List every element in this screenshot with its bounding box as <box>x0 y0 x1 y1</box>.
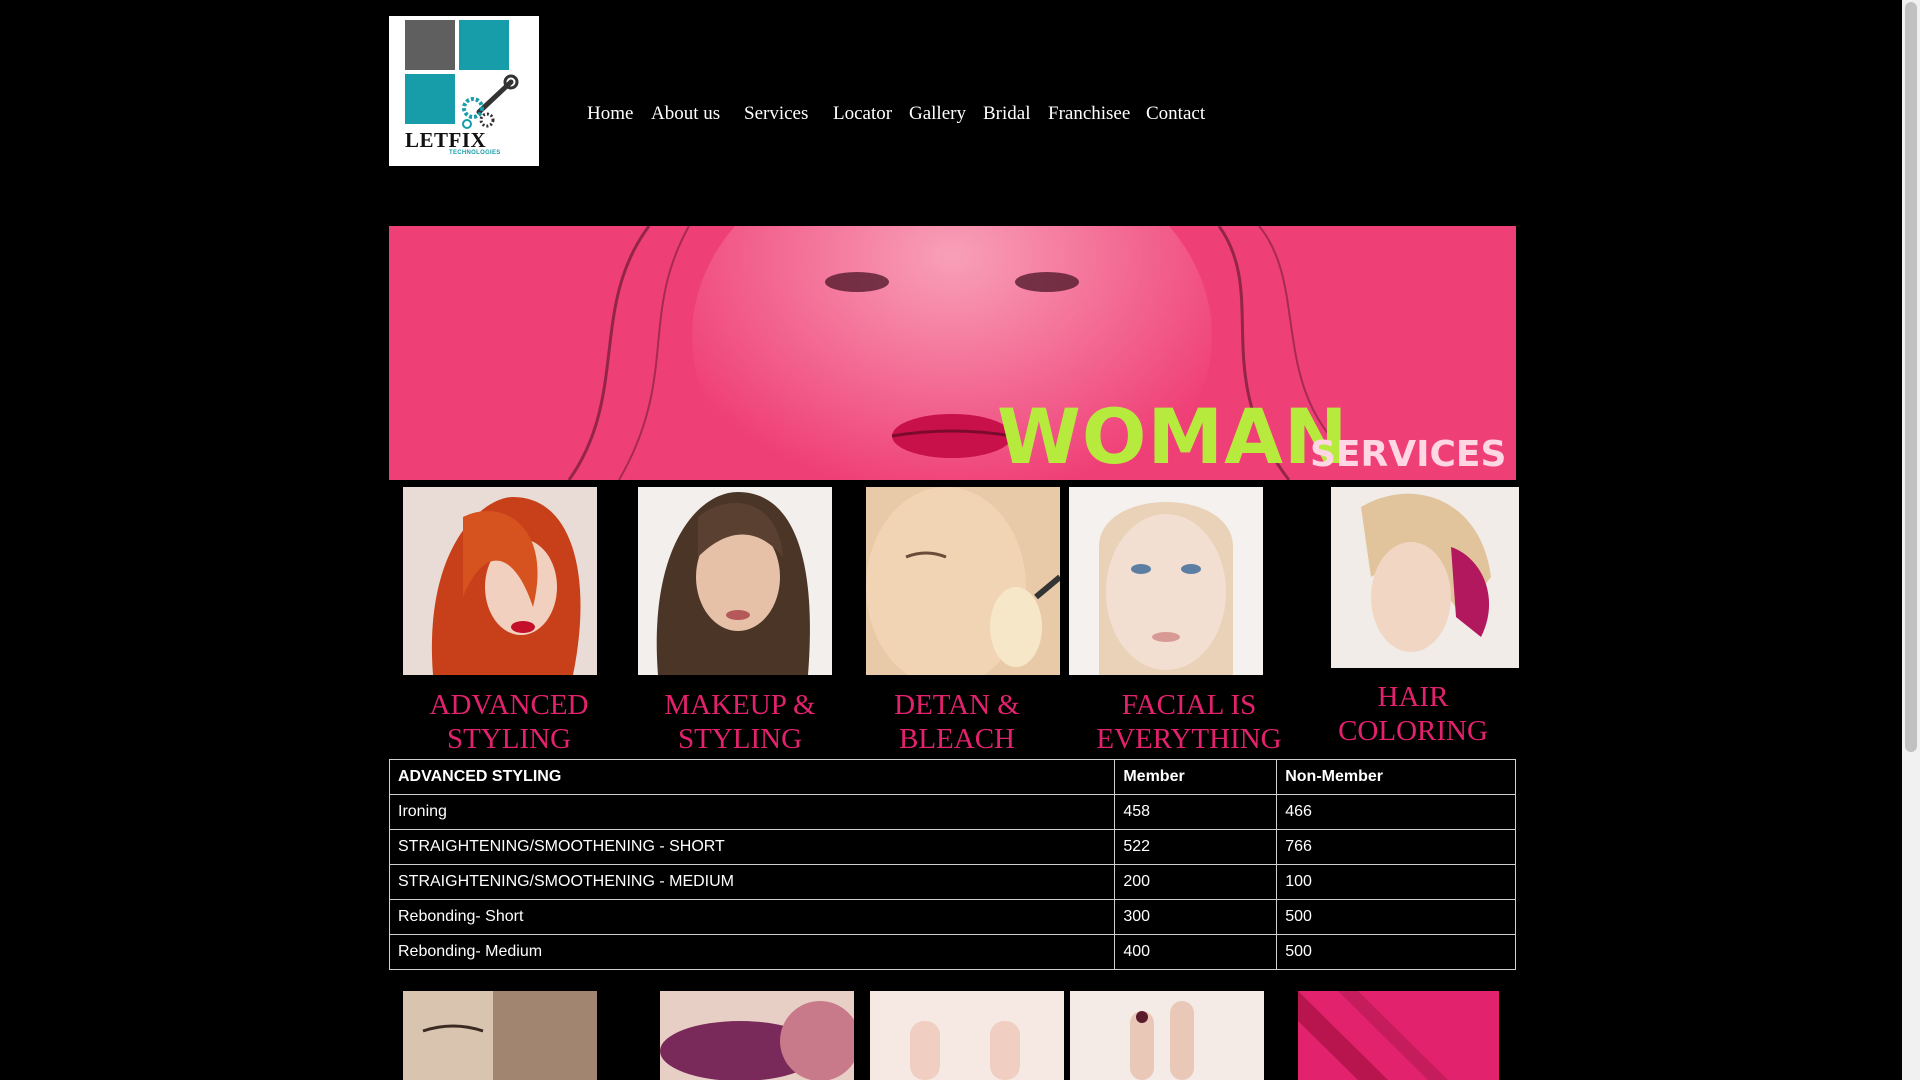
service-label-line: HAIR <box>1377 681 1449 713</box>
service-label-line: MAKEUP & <box>664 689 816 721</box>
nav-home[interactable]: Home <box>587 103 633 125</box>
service-image-detan-bleach[interactable] <box>866 487 1060 675</box>
cell-service: Rebonding- Short <box>388 899 1116 935</box>
table-row: Rebonding- Medium 400 500 <box>388 934 1516 970</box>
service-image-manicure[interactable] <box>870 991 1064 1080</box>
cell-member: 200 <box>1114 864 1278 900</box>
service-image-facial[interactable] <box>1069 487 1263 675</box>
cell-non-member: 500 <box>1276 934 1516 970</box>
service-label-detan-bleach[interactable]: DETAN & BLEACH <box>837 688 1077 756</box>
table-row: Rebonding- Short 300 500 <box>388 899 1516 935</box>
table-row: STRAIGHTENING/SMOOTHENING - SHORT 522 76… <box>388 829 1516 865</box>
service-image-pink-pattern[interactable] <box>1298 991 1499 1080</box>
service-image-nails[interactable] <box>1070 991 1264 1080</box>
cell-service: Ironing <box>388 794 1116 830</box>
logo-square-teal-2 <box>405 74 455 124</box>
header-service: ADVANCED STYLING <box>388 759 1116 795</box>
table-row: Ironing 458 466 <box>388 794 1516 830</box>
cell-service: STRAIGHTENING/SMOOTHENING - SHORT <box>388 829 1116 865</box>
vertical-scrollbar[interactable] <box>1902 0 1920 1080</box>
cell-non-member: 100 <box>1276 864 1516 900</box>
table-row: STRAIGHTENING/SMOOTHENING - MEDIUM 200 1… <box>388 864 1516 900</box>
logo-tagline: TECHNOLOGIES <box>449 150 501 156</box>
nav-services[interactable]: Services <box>744 103 808 125</box>
nav-gallery[interactable]: Gallery <box>909 103 966 125</box>
service-label-hair-coloring[interactable]: HAIR COLORING <box>1293 680 1533 748</box>
cell-member: 300 <box>1114 899 1278 935</box>
scrollbar-thumb[interactable] <box>1905 2 1917 752</box>
cell-service: Rebonding- Medium <box>388 934 1116 970</box>
service-label-line: BLEACH <box>899 723 1015 755</box>
cell-member: 522 <box>1114 829 1278 865</box>
service-label-advanced-styling[interactable]: ADVANCED STYLING <box>389 688 629 756</box>
cell-non-member: 466 <box>1276 794 1516 830</box>
table-header-row: ADVANCED STYLING Member Non-Member <box>388 759 1516 795</box>
gears-wrench-icon <box>462 74 519 129</box>
price-table: ADVANCED STYLING Member Non-Member Ironi… <box>388 759 1516 970</box>
cell-non-member: 500 <box>1276 899 1516 935</box>
service-image-eye-makeup[interactable] <box>660 991 854 1080</box>
header-member: Member <box>1114 759 1278 795</box>
banner-title: WOMAN <box>997 392 1349 480</box>
header-non-member: Non-Member <box>1276 759 1516 795</box>
service-label-line: EVERYTHING <box>1096 723 1282 755</box>
hero-banner: WOMAN SERVICES <box>389 226 1516 480</box>
site-logo[interactable]: LETFIX TECHNOLOGIES <box>389 16 539 166</box>
service-image-hair-straight[interactable] <box>403 991 597 1080</box>
cell-member: 400 <box>1114 934 1278 970</box>
logo-square-gray <box>405 20 455 70</box>
nav-locator[interactable]: Locator <box>833 103 892 125</box>
service-image-advanced-styling[interactable] <box>403 487 597 675</box>
cell-member: 458 <box>1114 794 1278 830</box>
nav-about-us[interactable]: About us <box>651 103 720 125</box>
service-label-line: STYLING <box>446 723 572 755</box>
nav-contact[interactable]: Contact <box>1146 103 1205 125</box>
logo-square-teal <box>459 20 509 70</box>
nav-bridal[interactable]: Bridal <box>983 103 1031 125</box>
service-label-line: COLORING <box>1338 715 1488 747</box>
service-label-line: FACIAL IS <box>1121 689 1257 721</box>
service-label-facial[interactable]: FACIAL IS EVERYTHING <box>1069 688 1309 756</box>
service-image-makeup-styling[interactable] <box>638 487 832 675</box>
service-label-line: STYLING <box>677 723 803 755</box>
nav-franchisee[interactable]: Franchisee <box>1048 103 1130 125</box>
service-image-hair-coloring[interactable] <box>1331 487 1519 668</box>
service-label-line: ADVANCED <box>429 689 589 721</box>
cell-service: STRAIGHTENING/SMOOTHENING - MEDIUM <box>388 864 1116 900</box>
cell-non-member: 766 <box>1276 829 1516 865</box>
service-label-makeup-styling[interactable]: MAKEUP & STYLING <box>620 688 860 756</box>
banner-subtitle: SERVICES <box>1310 434 1507 475</box>
service-label-line: DETAN & <box>894 689 1020 721</box>
